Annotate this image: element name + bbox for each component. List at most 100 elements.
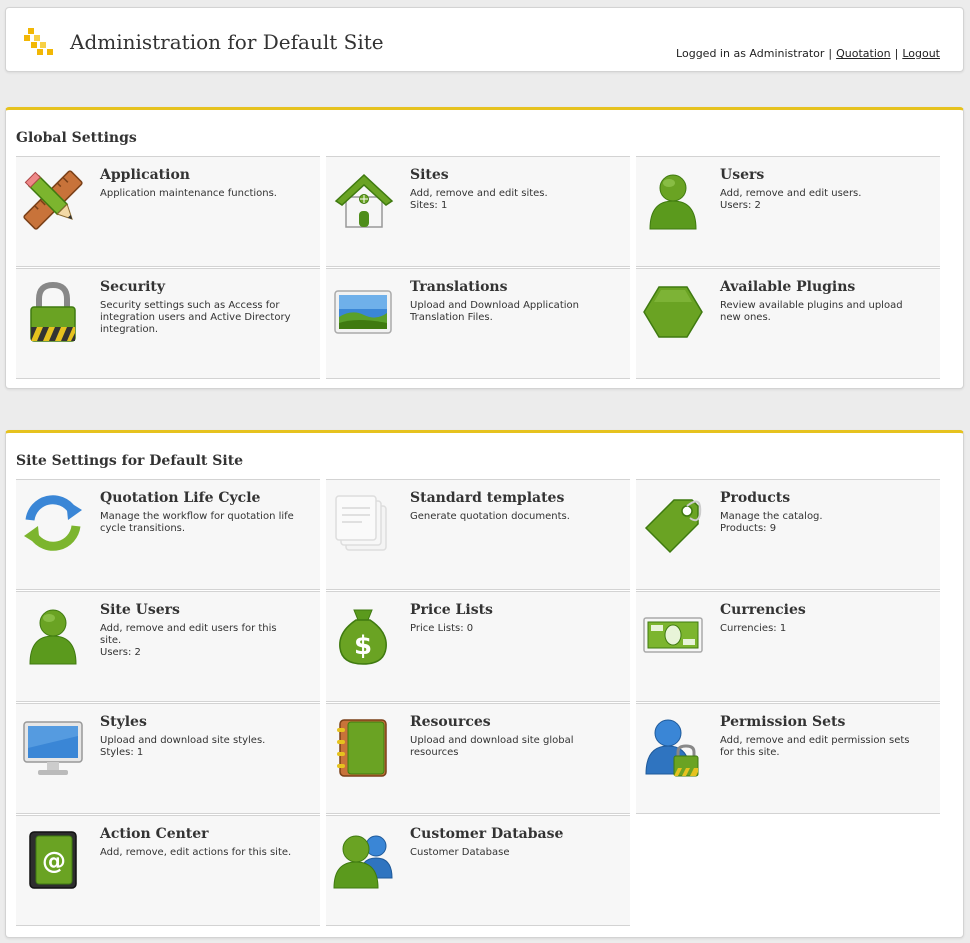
tile-description: Application maintenance functions. (100, 188, 296, 200)
svg-text:@: @ (42, 847, 66, 875)
tile-title[interactable]: Price Lists (410, 602, 493, 618)
tile-description: Add, remove and edit permission sets for… (720, 735, 916, 759)
tile-styles[interactable]: Styles Upload and download site styles. St… (16, 703, 320, 814)
tile-description: Currencies: 1 (720, 623, 916, 635)
tile-count: Users: 2 (100, 647, 141, 658)
tile-title[interactable]: Currencies (720, 602, 806, 618)
tile-title[interactable]: Products (720, 490, 790, 506)
user-bar: Logged in as Administrator | Quotation | Log… (676, 47, 940, 60)
tile-description-text: Review available plugins and upload new … (720, 300, 903, 323)
tile-currencies[interactable]: Currencies Currencies: 1 (636, 591, 940, 702)
svg-text:$: $ (354, 631, 372, 661)
tile-description-text: Currencies: 1 (720, 623, 787, 634)
tile-description: Upload and Download Application Translat… (410, 300, 606, 324)
logged-in-text: Logged in as Administrator (676, 47, 825, 60)
tile-count: Products: 9 (720, 523, 777, 534)
tile-description-text: Generate quotation documents. (410, 511, 570, 522)
tile-description-text: Price Lists: 0 (410, 623, 474, 634)
tile-available-plugins[interactable]: Available Plugins Review available plugin… (636, 268, 940, 379)
user-icon (642, 169, 704, 231)
tile-description: Security settings such as Access for int… (100, 300, 296, 336)
tile-users[interactable]: Users Add, remove and edit users. Users: 2 (636, 156, 940, 267)
tile-title[interactable]: Security (100, 279, 165, 295)
banknote-icon (642, 604, 704, 666)
section-heading: Site Settings for Default Site (16, 453, 244, 469)
tile-description: Upload and download site global resource… (410, 735, 606, 759)
tile-standard-templates[interactable]: Standard templates Generate quotation doc… (326, 479, 630, 590)
user-lock-icon (642, 716, 704, 778)
quotation-link[interactable]: Quotation (836, 47, 890, 60)
tile-description-text: Manage the catalog. (720, 511, 823, 522)
tile-description-text: Upload and download site styles. (100, 735, 266, 746)
money-bag-icon: $ (332, 604, 394, 666)
tile-description: Add, remove and edit sites. Sites: 1 (410, 188, 606, 212)
tile-count: Users: 2 (720, 200, 761, 211)
tile-site-users[interactable]: Site Users Add, remove and edit users for… (16, 591, 320, 702)
tile-translations[interactable]: Translations Upload and Download Applicat… (326, 268, 630, 379)
hexagon-icon (642, 281, 704, 343)
lock-icon (22, 281, 84, 343)
pencil-ruler-icon (22, 169, 84, 231)
tile-description: Price Lists: 0 (410, 623, 606, 635)
tile-quotation-life-cycle[interactable]: Quotation Life Cycle Manage the workflow … (16, 479, 320, 590)
user-group-icon (332, 828, 394, 890)
tile-description: Add, remove and edit users for this site… (100, 623, 296, 659)
tile-title[interactable]: Resources (410, 714, 491, 730)
tile-title[interactable]: Customer Database (410, 826, 563, 842)
tile-description-text: Security settings such as Access for int… (100, 300, 291, 335)
page-title: Administration for Default Site (70, 30, 384, 54)
tile-count: Styles: 1 (100, 747, 144, 758)
tile-sites[interactable]: Sites Add, remove and edit sites. Sites: 1 (326, 156, 630, 267)
tile-description: Generate quotation documents. (410, 511, 606, 523)
tile-title[interactable]: Styles (100, 714, 147, 730)
tile-description: Add, remove and edit users. Users: 2 (720, 188, 916, 212)
tile-permission-sets[interactable]: Permission Sets Add, remove and edit perm… (636, 703, 940, 814)
separator: | (894, 47, 899, 60)
tile-description: Upload and download site styles. Styles: … (100, 735, 296, 759)
house-icon (332, 169, 394, 231)
tile-description-text: Add, remove and edit users for this site… (100, 623, 277, 646)
tile-price-lists[interactable]: $ Price Lists Price Lists: 0 (326, 591, 630, 702)
tile-description-text: Application maintenance functions. (100, 188, 277, 199)
tile-title[interactable]: Available Plugins (720, 279, 855, 295)
tile-description: Review available plugins and upload new … (720, 300, 916, 324)
tile-description-text: Add, remove and edit users. (720, 188, 862, 199)
separator: | (828, 47, 833, 60)
user-icon (22, 604, 84, 666)
tile-description-text: Upload and download site global resource… (410, 735, 574, 758)
cycle-arrows-icon (22, 492, 84, 554)
section-heading: Global Settings (16, 130, 137, 146)
logo-icon (24, 26, 58, 58)
tile-description-text: Add, remove and edit sites. (410, 188, 548, 199)
tile-description: Manage the workflow for quotation life c… (100, 511, 296, 535)
tile-action-center[interactable]: @ Action Center Add, remove, edit actions… (16, 815, 320, 926)
documents-icon (332, 492, 394, 554)
tile-title[interactable]: Quotation Life Cycle (100, 490, 260, 506)
tile-security[interactable]: Security Security settings such as Access… (16, 268, 320, 379)
tile-description-text: Customer Database (410, 847, 510, 858)
tile-resources[interactable]: Resources Upload and download site global… (326, 703, 630, 814)
tile-description-text: Add, remove, edit actions for this site. (100, 847, 292, 858)
tile-customer-database[interactable]: Customer Database Customer Database (326, 815, 630, 926)
tile-count: Sites: 1 (410, 200, 448, 211)
email-book-icon: @ (22, 828, 84, 890)
tile-products[interactable]: Products Manage the catalog. Products: 9 (636, 479, 940, 590)
tile-title[interactable]: Users (720, 167, 764, 183)
tile-description: Manage the catalog. Products: 9 (720, 511, 916, 535)
logout-link[interactable]: Logout (902, 47, 940, 60)
tile-title[interactable]: Permission Sets (720, 714, 845, 730)
tile-title[interactable]: Standard templates (410, 490, 564, 506)
tile-application[interactable]: Application Application maintenance funct… (16, 156, 320, 267)
tile-description: Customer Database (410, 847, 606, 859)
notebook-icon (332, 716, 394, 778)
tile-title[interactable]: Sites (410, 167, 449, 183)
tile-title[interactable]: Application (100, 167, 190, 183)
monitor-icon (22, 716, 84, 778)
tile-description-text: Manage the workflow for quotation life c… (100, 511, 294, 534)
tile-title[interactable]: Translations (410, 279, 507, 295)
tile-title[interactable]: Site Users (100, 602, 180, 618)
tile-title[interactable]: Action Center (100, 826, 209, 842)
tile-description-text: Upload and Download Application Translat… (410, 300, 579, 323)
site-settings-panel: Site Settings for Default Site Quotation… (5, 430, 964, 938)
landscape-picture-icon (332, 281, 394, 343)
